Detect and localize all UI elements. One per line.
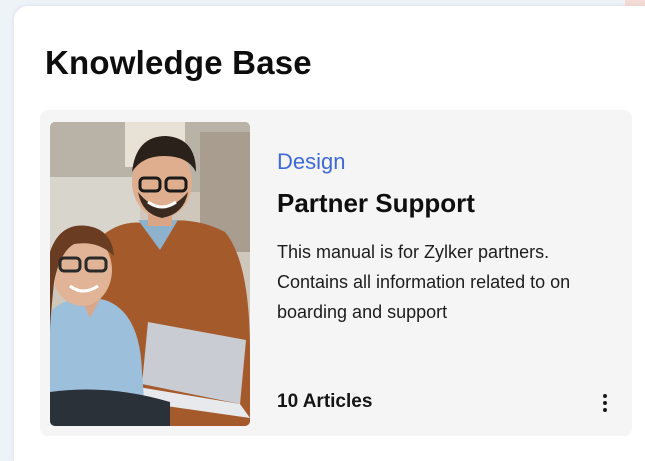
page-title: Knowledge Base [45,44,312,81]
card-photo [50,122,250,426]
card-description: This manual is for Zylker partners. Cont… [277,242,571,322]
card-category[interactable]: Design [277,149,345,175]
more-options-button[interactable] [594,389,616,417]
card-title[interactable]: Partner Support [277,188,475,219]
knowledge-base-panel: Knowledge Base Design Partner Support Th… [14,6,645,461]
article-card[interactable]: Design Partner Support This manual is fo… [40,110,632,436]
more-vertical-icon-dot [603,408,607,412]
article-count: 10 Articles [277,391,373,412]
more-vertical-icon [603,394,607,398]
more-vertical-icon-dot [603,401,607,405]
